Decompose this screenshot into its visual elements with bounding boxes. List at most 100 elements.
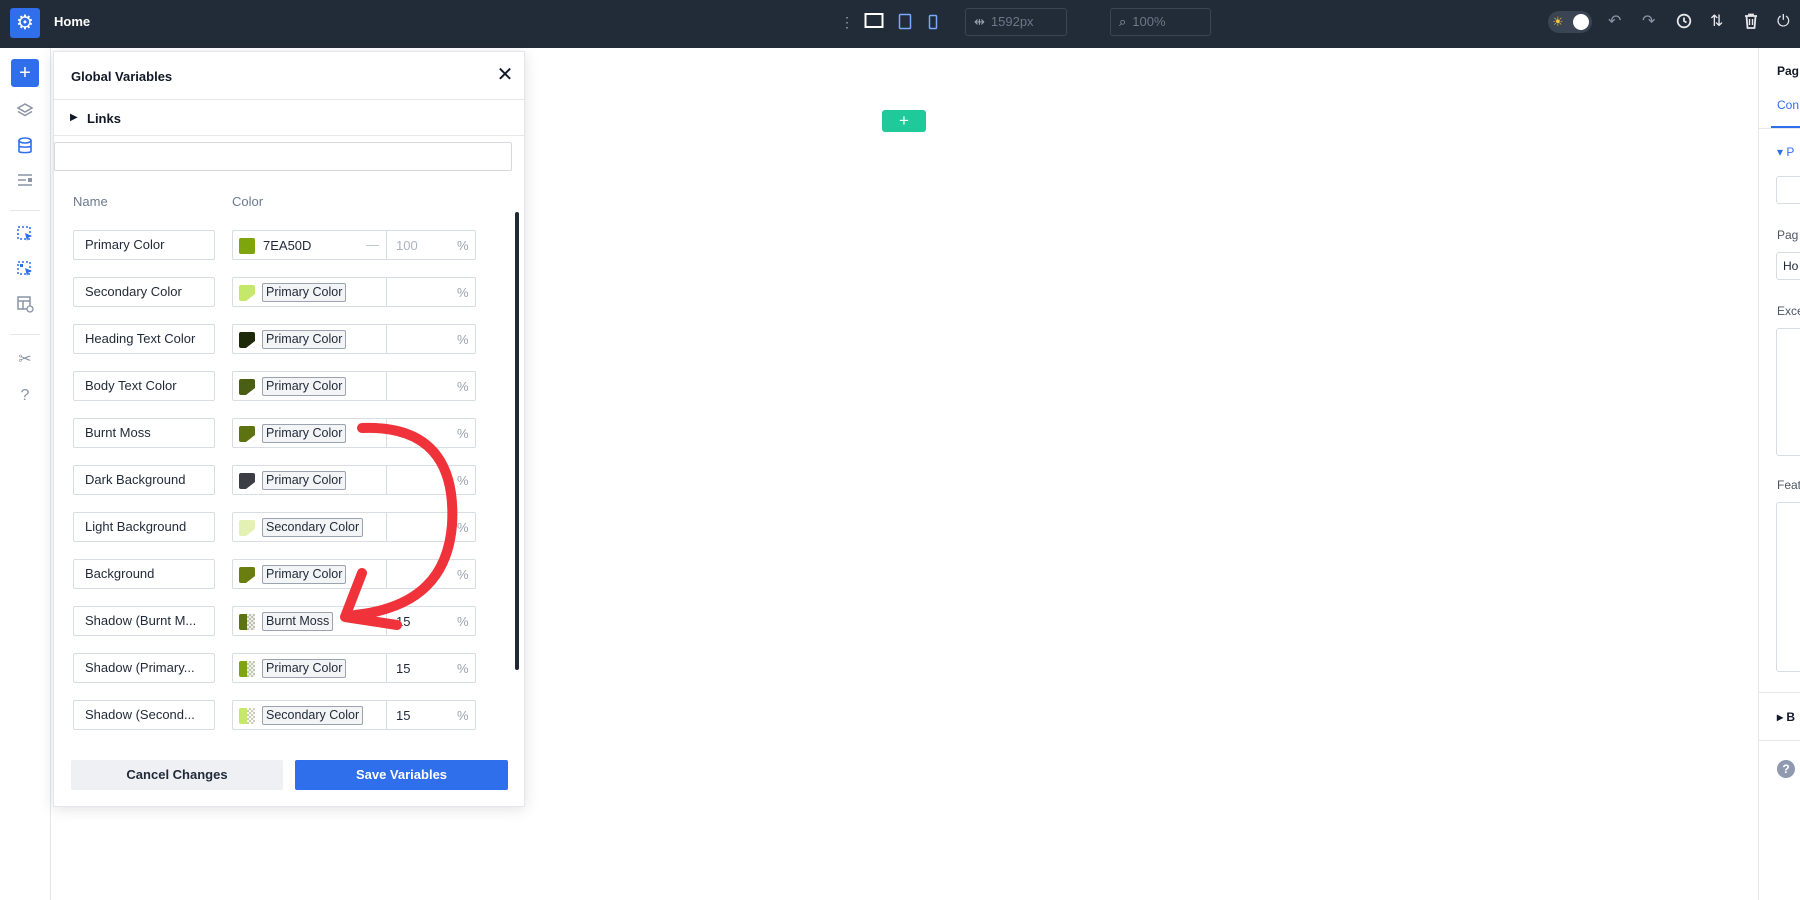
- close-icon[interactable]: ✕: [492, 62, 518, 88]
- variable-name-field[interactable]: Dark Background: [73, 465, 215, 495]
- zoom-field[interactable]: ⌕100%: [1110, 8, 1211, 36]
- variable-name-field[interactable]: Body Text Color: [73, 371, 215, 401]
- color-swatch[interactable]: [239, 238, 255, 254]
- variable-reference-chip[interactable]: Primary Color: [262, 471, 346, 490]
- variable-row: Light Background Secondary Color%: [73, 512, 478, 542]
- linked-corner: [246, 388, 255, 395]
- tablet-view-icon[interactable]: [898, 13, 912, 34]
- sort-arrows-icon[interactable]: ⇅: [1710, 13, 1723, 31]
- variable-reference-chip[interactable]: Primary Color: [262, 283, 346, 302]
- variable-name-field[interactable]: Shadow (Burnt M...: [73, 606, 215, 636]
- transparency-checker: [247, 708, 255, 724]
- color-swatch[interactable]: [239, 708, 255, 724]
- variable-color-field[interactable]: Secondary Color15%: [232, 700, 476, 730]
- panel-field[interactable]: [1776, 176, 1800, 204]
- variable-color-field[interactable]: Primary Color%: [232, 559, 476, 589]
- variable-name-field[interactable]: Shadow (Primary...: [73, 653, 215, 683]
- variable-color-field[interactable]: Primary Color15%: [232, 653, 476, 683]
- variable-search-input[interactable]: [54, 142, 512, 171]
- page-settings-panel: Pag Con ▾ P Pag Ho Exce Feat ▸ B ?: [1758, 48, 1800, 900]
- select-element-icon[interactable]: [14, 225, 36, 247]
- redo-icon[interactable]: ↷: [1642, 13, 1655, 31]
- variable-color-field[interactable]: Primary Color%: [232, 418, 476, 448]
- tab-content[interactable]: Con: [1777, 98, 1799, 112]
- field-divider: [386, 513, 387, 541]
- color-swatch[interactable]: [239, 285, 255, 301]
- variable-name-field[interactable]: Light Background: [73, 512, 215, 542]
- color-swatch[interactable]: [239, 567, 255, 583]
- variable-reference-chip[interactable]: Primary Color: [262, 424, 346, 443]
- more-vertical-icon[interactable]: ⋮: [840, 14, 854, 30]
- field-divider: [386, 466, 387, 494]
- database-icon[interactable]: [14, 137, 36, 159]
- color-swatch[interactable]: [239, 332, 255, 348]
- variable-color-field[interactable]: 7EA50D—100%: [232, 230, 476, 260]
- color-swatch[interactable]: [239, 661, 255, 677]
- color-swatch[interactable]: [239, 473, 255, 489]
- cancel-changes-button[interactable]: Cancel Changes: [71, 760, 283, 790]
- color-swatch[interactable]: [239, 614, 255, 630]
- multi-select-icon[interactable]: [14, 260, 36, 282]
- history-icon[interactable]: [1676, 13, 1692, 34]
- variable-reference-chip[interactable]: Secondary Color: [262, 518, 363, 537]
- variable-color-field[interactable]: Primary Color%: [232, 371, 476, 401]
- variable-reference-chip[interactable]: Burnt Moss: [262, 612, 333, 631]
- variable-name-field[interactable]: Burnt Moss: [73, 418, 215, 448]
- percent-unit: %: [457, 332, 469, 347]
- variable-name-field[interactable]: Secondary Color: [73, 277, 215, 307]
- hex-value[interactable]: 7EA50D: [263, 238, 311, 253]
- section-toggle[interactable]: ▾ P: [1777, 145, 1794, 159]
- variable-color-field[interactable]: Burnt Moss15%: [232, 606, 476, 636]
- opacity-input[interactable]: 15: [396, 614, 410, 629]
- color-swatch[interactable]: [239, 379, 255, 395]
- linked-corner: [246, 435, 255, 442]
- list-settings-icon[interactable]: [14, 172, 36, 194]
- canvas-width-field[interactable]: ⇹1592px: [965, 8, 1067, 36]
- page-preview-icon[interactable]: [14, 295, 36, 317]
- trash-icon[interactable]: [1744, 13, 1758, 34]
- add-element-button[interactable]: +: [11, 59, 39, 87]
- variable-name-field[interactable]: Background: [73, 559, 215, 589]
- opacity-input[interactable]: 15: [396, 661, 410, 676]
- undo-icon[interactable]: ↶: [1608, 13, 1621, 31]
- save-variables-button[interactable]: Save Variables: [295, 760, 508, 790]
- layers-icon[interactable]: [14, 102, 36, 124]
- featured-image-field[interactable]: [1776, 502, 1800, 672]
- variable-reference-chip[interactable]: Secondary Color: [262, 706, 363, 725]
- excerpt-field[interactable]: [1776, 328, 1800, 456]
- links-section-toggle[interactable]: ▶ Links: [54, 100, 524, 136]
- color-swatch[interactable]: [239, 520, 255, 536]
- desktop-view-icon[interactable]: [864, 12, 884, 33]
- variable-name-field[interactable]: Heading Text Color: [73, 324, 215, 354]
- variable-color-field[interactable]: Secondary Color%: [232, 512, 476, 542]
- help-icon[interactable]: ?: [1777, 760, 1795, 778]
- variable-color-field[interactable]: Primary Color%: [232, 465, 476, 495]
- variable-reference-chip[interactable]: Primary Color: [262, 377, 346, 396]
- page-title-field[interactable]: Ho: [1776, 252, 1800, 280]
- scrollbar[interactable]: [515, 212, 519, 670]
- left-sidebar: + ✂ ?: [0, 48, 51, 900]
- variable-reference-chip[interactable]: Primary Color: [262, 659, 346, 678]
- builder-settings-button[interactable]: ⚙: [10, 8, 40, 38]
- variable-row: Burnt Moss Primary Color%: [73, 418, 478, 448]
- help-icon[interactable]: ?: [14, 385, 36, 407]
- variable-reference-chip[interactable]: Primary Color: [262, 565, 346, 584]
- variable-name-field[interactable]: Primary Color: [73, 230, 215, 260]
- color-swatch[interactable]: [239, 426, 255, 442]
- power-icon[interactable]: ⏻: [1777, 13, 1790, 31]
- section-toggle-b[interactable]: ▸ B: [1777, 710, 1795, 724]
- percent-unit: %: [457, 473, 469, 488]
- variable-name-field[interactable]: Shadow (Second...: [73, 700, 215, 730]
- add-section-button[interactable]: +: [882, 110, 926, 132]
- variable-color-field[interactable]: Primary Color%: [232, 324, 476, 354]
- panel-divider: [1759, 740, 1800, 741]
- opacity-input[interactable]: 100: [396, 238, 418, 253]
- phone-view-icon[interactable]: [928, 14, 938, 33]
- theme-toggle[interactable]: ☀: [1548, 11, 1592, 33]
- tools-icon[interactable]: ✂: [14, 349, 36, 371]
- field-divider: [386, 372, 387, 400]
- featured-image-label: Feat: [1777, 478, 1800, 492]
- variable-reference-chip[interactable]: Primary Color: [262, 330, 346, 349]
- opacity-input[interactable]: 15: [396, 708, 410, 723]
- variable-color-field[interactable]: Primary Color%: [232, 277, 476, 307]
